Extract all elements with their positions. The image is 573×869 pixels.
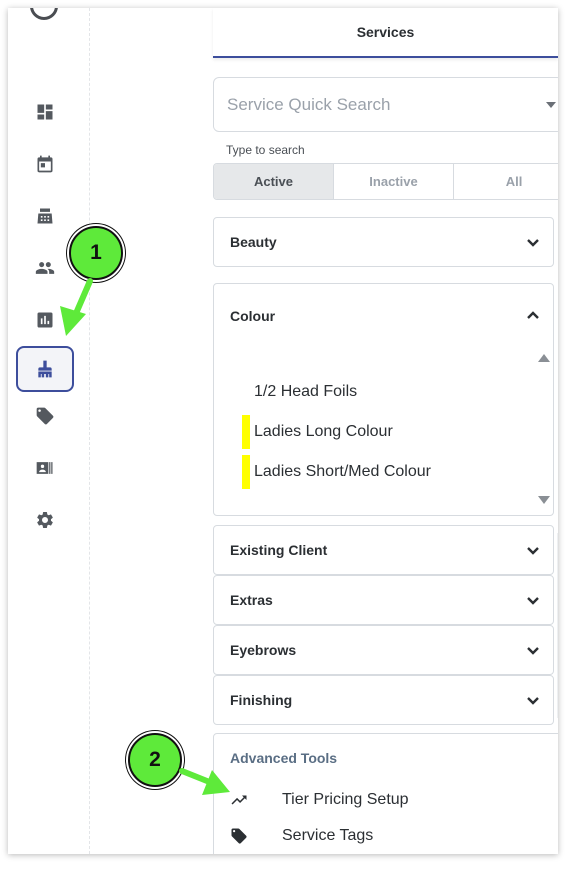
callout-arrow-2 xyxy=(179,768,230,795)
